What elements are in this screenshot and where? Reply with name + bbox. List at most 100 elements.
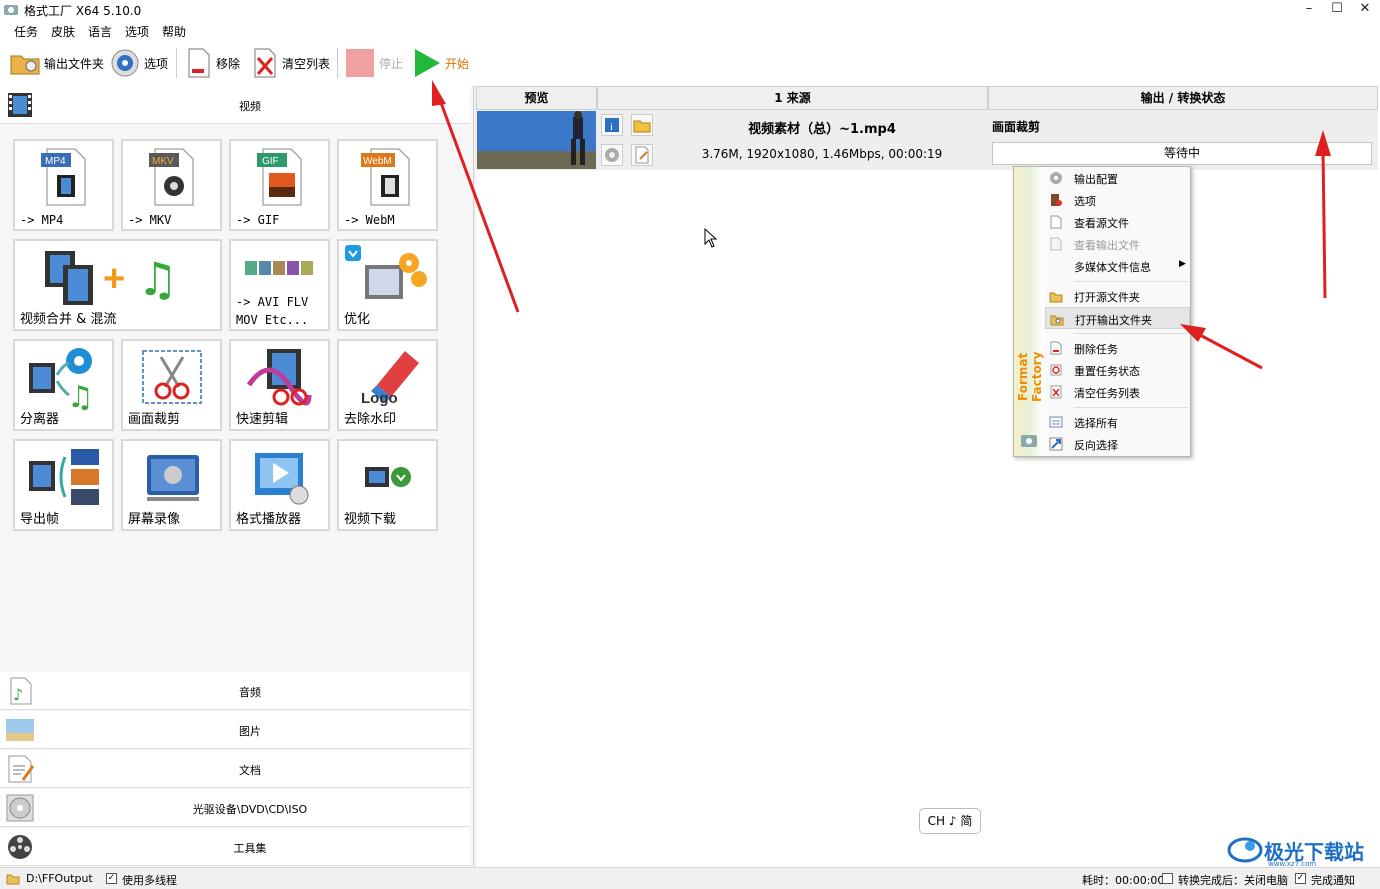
shutdown-after-checkbox[interactable] (1162, 873, 1173, 884)
menu-bar: 任务 皮肤 语言 选项 帮助 (0, 20, 1380, 40)
format-factory-side-text: Format Factory (1016, 351, 1044, 403)
task-status-bar: 等待中 (992, 142, 1372, 165)
edit-button[interactable] (631, 144, 653, 166)
app-icon (4, 5, 18, 15)
tile-video-merge-mux[interactable]: + ♫ 视频合并 & 混流 (13, 239, 222, 331)
menu-skin[interactable]: 皮肤 (51, 23, 75, 40)
toolbar-separator (337, 48, 338, 78)
notify-checkbox[interactable]: ✓ (1295, 873, 1306, 884)
start-button[interactable]: 开始 (413, 46, 469, 80)
remove-button[interactable]: 移除 (186, 46, 240, 80)
optimize-icon (345, 245, 427, 299)
svg-text:Logo: Logo (361, 390, 398, 407)
tile-label: 优化 (344, 312, 371, 327)
status-bar: D:\FFOutput ✓ 使用多线程 耗时：00:00:00 转换完成后：关闭… (0, 867, 1380, 889)
menu-item-reset-status[interactable]: 重置任务状态 (1045, 359, 1190, 381)
menu-separator (1074, 281, 1188, 282)
menu-item-open-source-folder[interactable]: 打开源文件夹 (1045, 285, 1190, 307)
column-source[interactable]: 1 来源 (597, 86, 988, 110)
menu-item-delete-task[interactable]: 删除任务 (1045, 337, 1190, 359)
menu-help[interactable]: 帮助 (162, 23, 186, 40)
output-path[interactable]: D:\FFOutput (26, 872, 93, 885)
stop-button[interactable]: 停止 (345, 46, 403, 80)
tile-remove-watermark[interactable]: Logo 去除水印 (337, 339, 438, 431)
open-folder-button[interactable] (631, 114, 653, 136)
tile-quick-clip[interactable]: 快速剪辑 (229, 339, 330, 431)
menu-separator (1074, 407, 1188, 408)
gear-icon (605, 148, 619, 162)
menu-item-options[interactable]: 选项 (1045, 189, 1190, 211)
elapsed-time: 耗时：00:00:00 (1082, 874, 1165, 887)
file-icon (1050, 237, 1062, 251)
category-document[interactable]: 文档 (0, 750, 470, 788)
tile-label: -> WebM (344, 213, 395, 227)
tile-video-download[interactable]: 视频下载 (337, 439, 438, 531)
tile-crop[interactable]: 画面裁剪 (121, 339, 222, 431)
folder-icon (633, 120, 651, 133)
context-menu: Format Factory 输出配置 选项 查看源文件 查看输出文件 多媒体文… (1013, 166, 1191, 457)
tile-export-frames[interactable]: 导出帧 (13, 439, 114, 531)
video-thumbnail (477, 111, 596, 169)
svg-text:GIF: GIF (262, 156, 279, 167)
menu-item-select-all[interactable]: 选择所有 (1045, 411, 1190, 433)
play-icon (415, 49, 440, 77)
info-button[interactable]: i (601, 114, 623, 136)
menu-item-view-output[interactable]: 查看输出文件 (1045, 233, 1190, 255)
submenu-arrow-icon: ▶ (1179, 259, 1186, 269)
category-image[interactable]: 图片 (0, 711, 470, 749)
settings-button[interactable] (601, 144, 623, 166)
menu-item-output-config[interactable]: 输出配置 (1045, 167, 1190, 189)
menu-item-invert-selection[interactable]: 反向选择 (1045, 433, 1190, 455)
clear-list-icon (254, 48, 276, 78)
menu-language[interactable]: 语言 (88, 23, 112, 40)
output-folder-button[interactable]: 输出文件夹 (10, 46, 104, 80)
tile-splitter[interactable]: ♫ 分离器 (13, 339, 114, 431)
tile-to-other-formats[interactable]: -> AVI FLV MOV Etc... (229, 239, 330, 331)
webm-file-icon: WebM (361, 148, 410, 206)
tile-to-gif[interactable]: GIF -> GIF (229, 139, 330, 231)
tile-optimize[interactable]: 优化 (337, 239, 438, 331)
svg-text:MP4: MP4 (45, 156, 66, 167)
tile-to-webm[interactable]: WebM -> WebM (337, 139, 438, 231)
menu-item-media-info[interactable]: 多媒体文件信息 ▶ (1045, 255, 1190, 277)
edit-file-icon (635, 146, 649, 164)
category-optical-disc[interactable]: 光驱设备\DVD\CD\ISO (0, 789, 470, 827)
mp4-file-icon: MP4 (41, 148, 86, 206)
tile-screen-record[interactable]: 屏幕录像 (121, 439, 222, 531)
menu-task[interactable]: 任务 (14, 23, 38, 40)
menu-item-view-source[interactable]: 查看源文件 (1045, 211, 1190, 233)
category-video[interactable]: 视频 (0, 86, 470, 124)
screen-record-icon (147, 455, 199, 501)
tile-label: MOV Etc... (236, 313, 309, 327)
category-audio[interactable]: ♪ 音频 (0, 672, 470, 710)
format-factory-logo-icon (1021, 435, 1037, 447)
export-frames-icon (29, 449, 99, 505)
menu-item-open-output-folder[interactable]: 打开输出文件夹 (1045, 307, 1190, 329)
column-preview[interactable]: 预览 (476, 86, 597, 110)
site-watermark: 极光下载站 www.xz7.com (1226, 832, 1376, 868)
ime-language-indicator[interactable]: CH ♪ 简 (919, 808, 981, 834)
tile-label: 屏幕录像 (128, 512, 181, 527)
task-output-type: 画面裁剪 (992, 120, 1041, 134)
tile-to-mp4[interactable]: MP4 -> MP4 (13, 139, 114, 231)
table-row[interactable]: i 视频素材（总）~1.mp4 3.76M, 1920x1080, 1.46Mb… (476, 110, 1378, 170)
menu-options[interactable]: 选项 (125, 23, 149, 40)
tile-label: 视频合并 & 混流 (20, 312, 117, 327)
tile-label: 快速剪辑 (236, 412, 289, 427)
category-toolbox[interactable]: 工具集 (0, 828, 470, 866)
options-button[interactable]: 选项 (110, 46, 168, 80)
toolbar: 输出文件夹 选项 移除 清空列表 停止 开始 (0, 40, 1380, 86)
multithread-label: 使用多线程 (122, 874, 177, 887)
task-list: 预览 1 来源 输出 / 转换状态 i 视频素材（总）~1.mp4 3.76M,… (476, 86, 1380, 867)
window-title: 格式工厂 X64 5.10.0 (24, 4, 142, 18)
function-panel: 视频 MP4 -> MP4 MKV -> MKV GIF -> GIF WebM (0, 86, 474, 867)
menu-item-clear-task-list[interactable]: 清空任务列表 (1045, 381, 1190, 403)
toolbar-separator (176, 48, 177, 78)
tile-format-player[interactable]: 格式播放器 (229, 439, 330, 531)
column-output-status[interactable]: 输出 / 转换状态 (988, 86, 1378, 110)
crop-scissors-icon (142, 350, 202, 404)
tile-to-mkv[interactable]: MKV -> MKV (121, 139, 222, 231)
close-button[interactable]: ✕ (1349, 0, 1380, 20)
clear-list-button[interactable]: 清空列表 (252, 46, 330, 80)
multithread-checkbox[interactable]: ✓ (106, 873, 117, 884)
